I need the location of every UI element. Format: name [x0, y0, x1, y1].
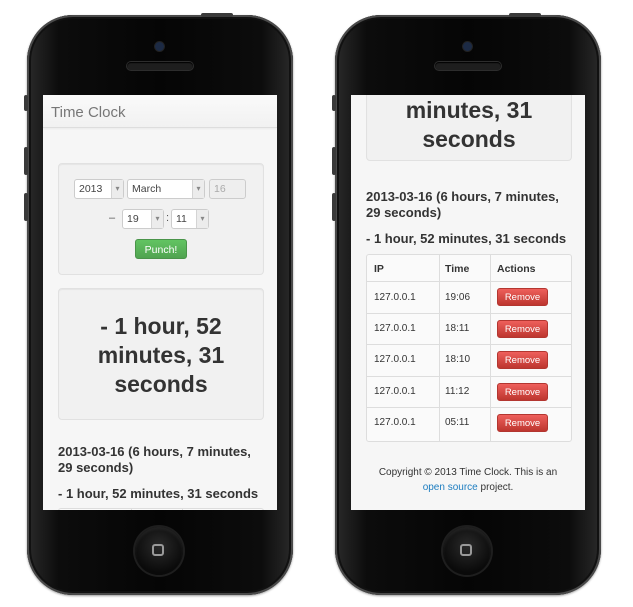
- row-divider: [367, 313, 571, 314]
- cell-time: 18:10: [445, 354, 471, 365]
- remove-button[interactable]: Remove: [497, 414, 548, 432]
- cell-ip: 127.0.0.1: [374, 323, 416, 334]
- day-value: 16: [214, 183, 226, 195]
- column-divider: [131, 509, 132, 510]
- duration-line-1: - 1 hour, 52: [100, 313, 222, 339]
- remove-button[interactable]: Remove: [497, 288, 548, 306]
- footer: Copyright © 2013 Time Clock. This is an …: [351, 465, 585, 495]
- navbar: Time Clock: [43, 95, 277, 128]
- home-button[interactable]: [443, 527, 491, 575]
- footer-line-2: open source project.: [351, 480, 585, 495]
- duration-line-3: seconds: [114, 371, 208, 397]
- month-value: March: [132, 183, 162, 195]
- day-heading-line-2: 29 seconds): [58, 460, 134, 475]
- column-divider: [182, 509, 183, 510]
- cell-ip: 127.0.0.1: [374, 354, 416, 365]
- remove-button[interactable]: Remove: [497, 383, 548, 401]
- year-value: 2013: [79, 183, 103, 195]
- app-brand[interactable]: Time Clock: [51, 104, 125, 121]
- camera-icon: [155, 42, 164, 51]
- time-dash: –: [109, 212, 116, 224]
- mute-switch: [24, 95, 28, 111]
- hour-select[interactable]: 19 ▾: [122, 209, 164, 229]
- cell-time: 18:11: [445, 323, 470, 334]
- chevron-down-icon: ▾: [192, 180, 204, 198]
- minute-value: 11: [176, 213, 187, 225]
- footer-suffix: project.: [477, 482, 514, 493]
- row-divider: [367, 344, 571, 345]
- phone-frame-right: minutes, 31 seconds 2013-03-16 (6 hours,…: [332, 13, 601, 595]
- cell-time: 05:11: [445, 417, 470, 428]
- column-divider: [490, 255, 491, 441]
- minute-select[interactable]: 11 ▾: [171, 209, 209, 229]
- session-duration: - 1 hour, 52 minutes, 31 seconds: [58, 486, 259, 501]
- cell-time: 11:12: [445, 386, 470, 397]
- page-left: Time Clock 2013 ▾ March ▾ 16 – 19 ▾: 11…: [43, 95, 277, 510]
- column-divider: [439, 255, 440, 441]
- day-heading-line-1: 2013-03-16 (6 hours, 7 minutes,: [58, 444, 251, 459]
- home-button[interactable]: [135, 527, 183, 575]
- duration-well: minutes, 31 seconds: [366, 95, 572, 161]
- month-select[interactable]: March ▾: [127, 179, 205, 199]
- duration-well: - 1 hour, 52 minutes, 31 seconds: [58, 288, 264, 420]
- speaker-grille: [435, 62, 501, 70]
- volume-down-button: [24, 193, 28, 221]
- power-button: [201, 13, 233, 17]
- speaker-grille: [127, 62, 193, 70]
- cell-ip: 127.0.0.1: [374, 292, 416, 303]
- power-button: [509, 13, 541, 17]
- volume-up-button: [332, 147, 336, 175]
- row-divider: [367, 407, 571, 408]
- punch-button[interactable]: Punch!: [135, 239, 187, 259]
- day-heading-line-1: 2013-03-16 (6 hours, 7 minutes,: [366, 189, 559, 204]
- time-colon: :: [166, 212, 170, 224]
- open-source-link[interactable]: open source: [423, 482, 478, 493]
- punch-form: 2013 ▾ March ▾ 16 – 19 ▾ : 11 ▾ Punch!: [58, 163, 264, 275]
- cell-ip: 127.0.0.1: [374, 417, 416, 428]
- duration-line-2: minutes, 31: [97, 342, 225, 368]
- home-square-icon: [152, 544, 164, 556]
- day-heading-line-2: 29 seconds): [366, 205, 442, 220]
- th-actions: Actions: [497, 263, 536, 275]
- screen-left[interactable]: Time Clock 2013 ▾ March ▾ 16 – 19 ▾: 11…: [43, 95, 277, 510]
- day-select[interactable]: 16: [209, 179, 246, 199]
- mute-switch: [332, 95, 336, 111]
- th-ip: IP: [374, 263, 384, 275]
- year-select[interactable]: 2013 ▾: [74, 179, 124, 199]
- duration-line-3: seconds: [422, 126, 516, 152]
- row-divider: [367, 376, 571, 377]
- th-time: Time: [445, 263, 470, 275]
- screen-right[interactable]: minutes, 31 seconds 2013-03-16 (6 hours,…: [351, 95, 585, 510]
- chevron-down-icon: ▾: [111, 180, 123, 198]
- phone-frame-left: Time Clock 2013 ▾ March ▾ 16 – 19 ▾: 11…: [24, 13, 293, 595]
- cell-ip: 127.0.0.1: [374, 386, 416, 397]
- hour-value: 19: [127, 213, 139, 225]
- chevron-down-icon: ▾: [151, 210, 163, 228]
- volume-down-button: [332, 193, 336, 221]
- punch-table: IP Time Actions: [58, 508, 264, 510]
- camera-icon: [463, 42, 472, 51]
- row-divider: [367, 281, 571, 282]
- volume-up-button: [24, 147, 28, 175]
- home-square-icon: [460, 544, 472, 556]
- footer-copyright: Copyright © 2013 Time Clock. This is an: [378, 467, 558, 478]
- remove-button[interactable]: Remove: [497, 351, 548, 369]
- session-duration: - 1 hour, 52 minutes, 31 seconds: [366, 231, 567, 246]
- cell-time: 19:06: [445, 292, 471, 303]
- chevron-down-icon: ▾: [196, 210, 208, 228]
- punch-table: IP Time Actions 127.0.0.1 19:06 Remove 1…: [366, 254, 572, 442]
- remove-button[interactable]: Remove: [497, 320, 548, 338]
- duration-line-2: minutes, 31: [405, 97, 533, 123]
